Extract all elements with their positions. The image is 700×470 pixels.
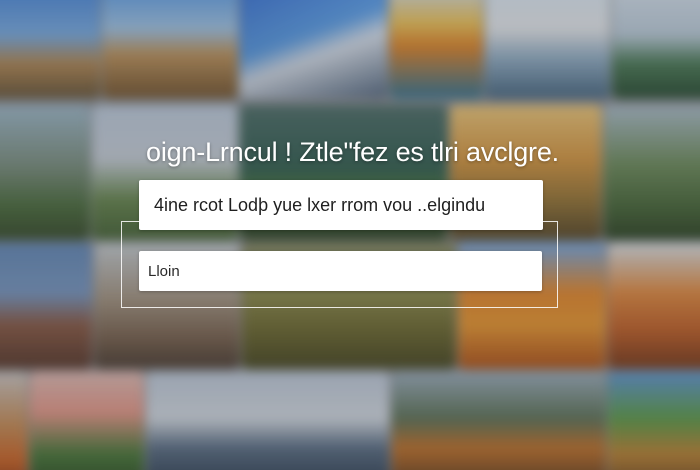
login-screen: oign-Lrncul ! Ztle"fez es tlri avclgre. …: [0, 0, 700, 470]
page-title: oign-Lrncul ! Ztle"fez es tlri avclgre.: [146, 137, 559, 167]
instruction-text: 4ine rcot Lodþ yue lxer rrom vou ..elgin…: [154, 195, 486, 215]
login-input[interactable]: [139, 251, 542, 291]
